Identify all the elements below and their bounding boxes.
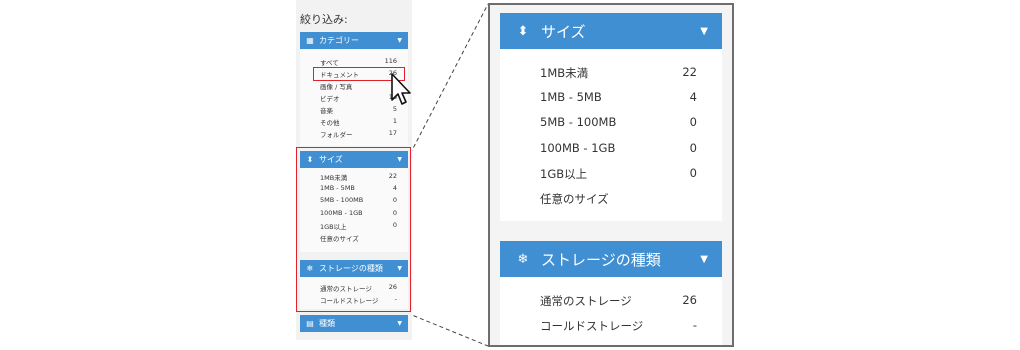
list-item[interactable]: コールドストレージ - — [540, 318, 697, 334]
list-item[interactable]: 1GB以上 0 — [540, 166, 697, 182]
sort-arrows-icon: ⬍ — [517, 23, 529, 39]
category-header[interactable]: ▦ カテゴリー ▼ — [300, 32, 408, 49]
filter-title: 絞り込み: — [300, 13, 348, 26]
list-item[interactable]: その他 1 — [320, 117, 397, 127]
list-item[interactable]: 任意のサイズ — [540, 191, 697, 207]
list-item[interactable]: すべて 116 — [320, 57, 397, 67]
list-item[interactable]: ビデオ16 — [320, 93, 397, 103]
storage-header-zoomed[interactable]: ❄ ストレージの種類 ▼ — [500, 241, 722, 277]
snowflake-icon: ❄ — [517, 251, 529, 267]
list-item[interactable]: 音楽 5 — [320, 105, 397, 115]
chevron-down-icon: ▼ — [397, 37, 402, 44]
category-header-label: カテゴリー — [319, 36, 359, 45]
storage-header-label: ストレージの種類 — [541, 250, 661, 269]
list-item[interactable]: 通常のストレージ 26 — [540, 293, 697, 309]
chevron-down-icon: ▼ — [700, 253, 708, 265]
size-header-label: サイズ — [541, 22, 586, 41]
list-item[interactable]: 1MB - 5MB 4 — [540, 90, 697, 106]
list-item[interactable]: 100MB - 1GB 0 — [540, 141, 697, 157]
chevron-down-icon: ▼ — [397, 320, 402, 327]
list-item[interactable]: 画像 / 写真5 — [320, 81, 397, 91]
type-header[interactable]: ▤ 種類 ▼ — [300, 315, 408, 332]
size-header-zoomed[interactable]: ⬍ サイズ ▼ — [500, 13, 722, 49]
chevron-down-icon: ▼ — [700, 25, 708, 37]
zoom-panel: ⬍ サイズ ▼ 1MB未満 22 1MB - 5MB 4 5MB - 100MB 0 … — [488, 3, 734, 347]
list-item[interactable]: フォルダー 17 — [320, 129, 397, 139]
list-item[interactable]: 5MB - 100MB 0 — [540, 115, 697, 131]
storage-list-zoomed: 通常のストレージ 26 コールドストレージ - — [500, 277, 722, 345]
zoom-source-highlight-box — [296, 147, 411, 312]
mouse-pointer-icon — [391, 73, 411, 105]
size-list-zoomed: 1MB未満 22 1MB - 5MB 4 5MB - 100MB 0 100MB - … — [500, 49, 722, 221]
document-icon: ▤ — [306, 319, 314, 328]
grid-icon: ▦ — [306, 36, 314, 45]
list-item[interactable]: 1MB未満 22 — [540, 65, 697, 81]
type-header-label: 種類 — [319, 319, 335, 328]
